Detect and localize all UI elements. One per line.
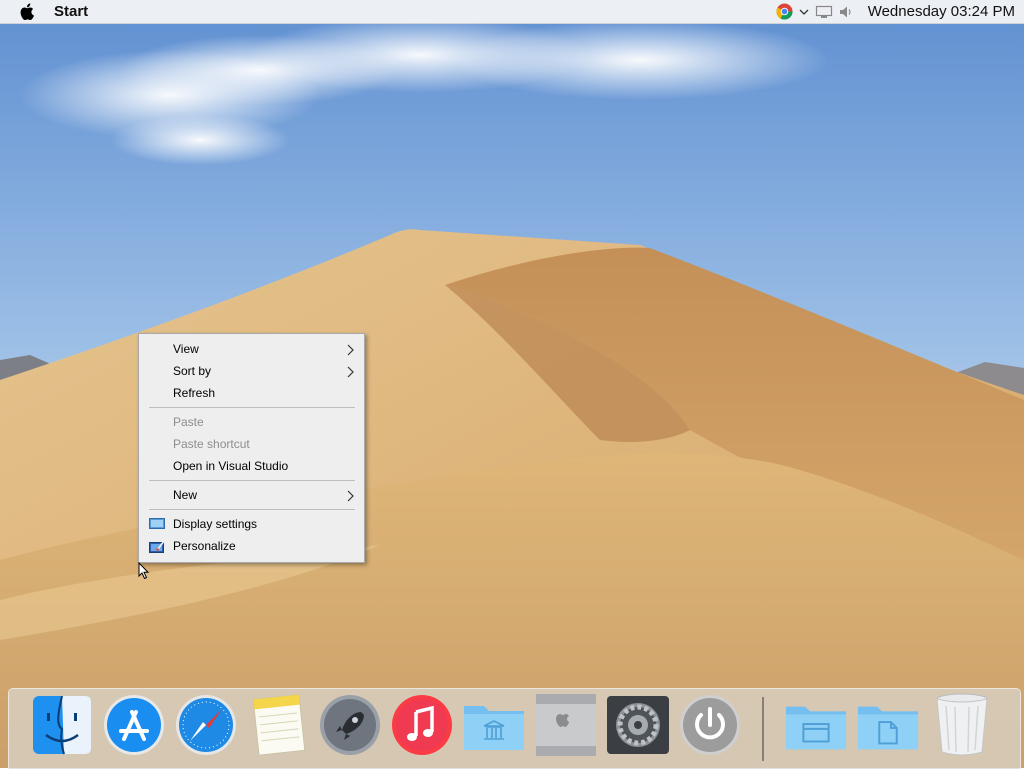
network-icon[interactable] (815, 5, 833, 19)
menu-separator (149, 480, 355, 481)
power-icon[interactable] (678, 692, 742, 758)
menu-item-label: Refresh (173, 386, 216, 400)
start-menu[interactable]: Start (54, 3, 88, 20)
menu-item-label: New (173, 488, 198, 502)
menu-item-label: Display settings (173, 517, 258, 531)
menu-item-open-in-visual-studio[interactable]: Open in Visual Studio (139, 455, 364, 477)
mouse-cursor-icon (138, 562, 150, 580)
desktop-context-menu: View Sort by Refresh Paste Paste shortcu… (138, 333, 365, 563)
notes-icon[interactable] (246, 692, 310, 758)
menu-item-paste-shortcut: Paste shortcut (139, 433, 364, 455)
menu-item-new[interactable]: New (139, 484, 364, 506)
menu-item-label: Paste shortcut (173, 437, 250, 451)
finder-icon[interactable] (30, 692, 94, 758)
menu-separator (149, 407, 355, 408)
app-store-icon[interactable] (102, 692, 166, 758)
menu-item-view[interactable]: View (139, 338, 364, 360)
apple-icon[interactable] (17, 2, 37, 22)
safari-icon[interactable] (174, 692, 238, 758)
chrome-icon[interactable] (776, 3, 793, 20)
menu-item-sort-by[interactable]: Sort by (139, 360, 364, 382)
dock-divider (762, 697, 764, 761)
chevron-right-icon (347, 344, 354, 356)
personalize-icon (149, 540, 165, 553)
status-tray: Wednesday 03:24 PM (776, 3, 1015, 20)
menu-item-label: Personalize (173, 539, 236, 553)
chevron-down-icon[interactable] (799, 8, 809, 16)
system-preferences-icon[interactable] (606, 692, 670, 758)
chevron-right-icon (347, 490, 354, 502)
chevron-right-icon (347, 366, 354, 378)
trash-icon[interactable] (930, 692, 994, 758)
mac-pro-icon[interactable] (534, 692, 598, 758)
menu-item-refresh[interactable]: Refresh (139, 382, 364, 404)
menu-item-label: Open in Visual Studio (173, 459, 289, 473)
documents-folder-icon[interactable] (784, 692, 848, 758)
menu-item-paste: Paste (139, 411, 364, 433)
launchpad-icon[interactable] (318, 692, 382, 758)
applications-folder-icon[interactable] (462, 692, 526, 758)
menu-item-personalize[interactable]: Personalize (139, 535, 364, 557)
menu-item-display-settings[interactable]: Display settings (139, 513, 364, 535)
menu-item-label: View (173, 342, 199, 356)
menu-bar: Start Wednesday 03:24 PM (0, 0, 1024, 24)
menu-separator (149, 509, 355, 510)
clock[interactable]: Wednesday 03:24 PM (868, 3, 1015, 20)
volume-icon[interactable] (839, 5, 854, 19)
itunes-icon[interactable] (390, 692, 454, 758)
menu-item-label: Paste (173, 415, 204, 429)
files-folder-icon[interactable] (856, 692, 920, 758)
menu-item-label: Sort by (173, 364, 212, 378)
display-settings-icon (149, 518, 165, 529)
